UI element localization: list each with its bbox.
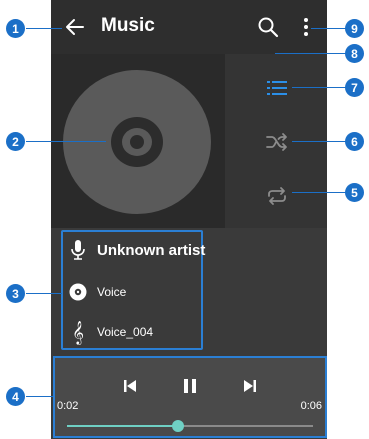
callout-leader	[26, 396, 53, 397]
microphone-icon	[67, 239, 89, 261]
callout-badge: 9	[345, 19, 364, 38]
callout-leader	[311, 28, 346, 29]
callout-leader	[26, 141, 106, 142]
repeat-icon[interactable]	[265, 184, 289, 208]
title-row: 𝄞 Voice_004	[63, 318, 153, 346]
callout-badge: 6	[345, 132, 364, 151]
seek-progress	[67, 425, 178, 427]
page-title: Music	[101, 15, 155, 36]
skip-next-icon[interactable]	[240, 376, 260, 396]
callout-badge: 2	[6, 132, 25, 151]
arrow-left-icon[interactable]	[65, 17, 85, 37]
total-duration: 0:06	[300, 400, 322, 412]
callout-leader	[26, 28, 62, 29]
seek-bar[interactable]	[67, 420, 313, 432]
music-screen: Music Unknown artist Voice 𝄞 Voice_004 0…	[51, 0, 327, 439]
artist-row: Unknown artist	[63, 236, 205, 264]
callout-leader	[26, 293, 62, 294]
player-controls: 0:02 0:06	[53, 356, 327, 438]
elapsed-time: 0:02	[57, 400, 79, 412]
more-vertical-icon[interactable]	[301, 16, 311, 38]
callout-leader	[292, 192, 346, 193]
app-bar: Music	[51, 0, 327, 54]
shuffle-icon[interactable]	[265, 130, 289, 154]
callout-badge: 1	[6, 19, 25, 38]
callout-badge: 4	[6, 387, 25, 406]
album-name: Voice	[97, 285, 127, 299]
treble-clef-icon: 𝄞	[72, 320, 84, 344]
callout-leader	[275, 53, 346, 54]
album-row: Voice	[63, 278, 126, 306]
callout-badge: 8	[345, 44, 364, 63]
callout-leader	[292, 141, 346, 142]
playlist-list-icon[interactable]	[265, 76, 289, 100]
search-icon[interactable]	[257, 16, 279, 38]
pause-icon[interactable]	[180, 376, 200, 396]
figure-frame: Music Unknown artist Voice 𝄞 Voice_004 0…	[0, 0, 369, 439]
callout-leader	[292, 87, 346, 88]
track-title: Voice_004	[97, 325, 154, 339]
album-disc-icon	[67, 281, 89, 303]
artist-name: Unknown artist	[97, 241, 206, 259]
callout-badge: 5	[345, 183, 364, 202]
callout-badge: 3	[6, 284, 25, 303]
track-info: Unknown artist Voice 𝄞 Voice_004	[61, 230, 205, 350]
seek-thumb[interactable]	[172, 420, 184, 432]
skip-previous-icon[interactable]	[120, 376, 140, 396]
callout-badge: 7	[345, 78, 364, 97]
